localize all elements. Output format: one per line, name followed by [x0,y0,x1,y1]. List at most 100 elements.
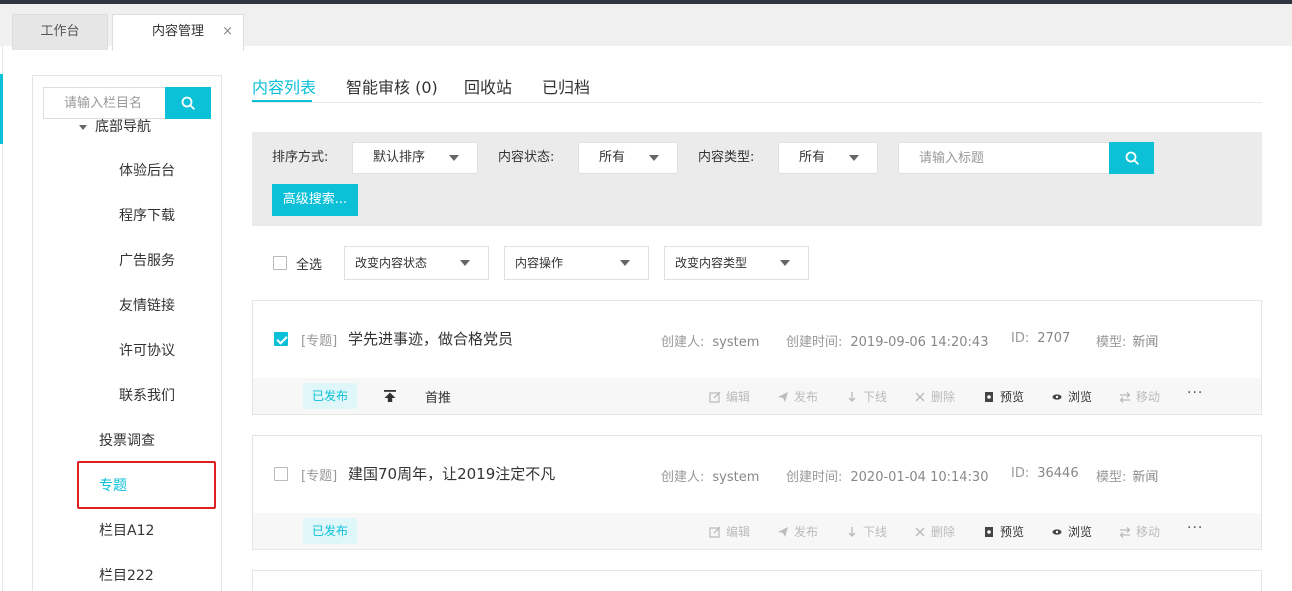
column-search-input[interactable] [43,87,167,119]
change-type-select[interactable]: 改变内容类型 [664,246,809,280]
tree-item-ad-service[interactable]: 广告服务 [119,250,175,270]
article-actions-row: 已发布 首推 编辑 发布 下线 删除 预览 浏览 移动 ··· [253,378,1261,414]
tab-content-management[interactable]: 内容管理 × [112,14,244,51]
action-label: 编辑 [726,390,751,404]
offline-action[interactable]: 下线 [846,388,887,405]
tab-label: 内容管理 [151,24,204,39]
more-icon[interactable]: ··· [1187,520,1203,536]
caret-down-icon[interactable] [79,124,87,130]
tree-item-column-222[interactable]: 栏目222 [99,565,154,585]
action-label: 浏览 [1068,390,1093,404]
creator-label: 创建人: [661,470,705,485]
content-subtabs: 内容列表 智能审核 (0) 回收站 已归档 [252,46,1262,103]
tree-item-column-a12[interactable]: 栏目A12 [99,520,154,540]
tab-recycle-bin[interactable]: 回收站 [464,74,512,98]
sort-value: 默认排序 [373,150,426,165]
article-actions-row: 已发布 编辑 发布 下线 删除 预览 浏览 移动 ··· [253,513,1261,549]
move-action[interactable]: 移动 [1119,523,1160,540]
article-creator: 创建人: system [661,466,759,485]
delete-action[interactable]: 删除 [914,388,955,405]
status-value: 所有 [599,150,626,165]
id-label: ID: [1011,331,1030,346]
status-select[interactable]: 所有 [578,142,678,174]
article-title[interactable]: 建国70周年，让2019注定不凡 [348,463,555,484]
more-icon[interactable]: ··· [1187,385,1203,401]
article-creator: 创建人: system [661,331,759,350]
chevron-down-icon [620,260,630,266]
title-search-input[interactable] [898,142,1110,174]
time-value: 2019-09-06 14:20:43 [850,335,989,350]
select-all-label: 全选 [296,258,323,273]
move-action[interactable]: 移动 [1119,388,1160,405]
title-search-button[interactable] [1109,142,1154,174]
browse-action[interactable]: 浏览 [1051,388,1092,405]
preview-action[interactable]: 预览 [983,523,1024,540]
tab-smart-review[interactable]: 智能审核 (0) [346,74,438,98]
publish-action[interactable]: 发布 [777,523,818,540]
publish-action[interactable]: 发布 [777,388,818,405]
tab-workbench[interactable]: 工作台 [12,14,108,50]
offline-action[interactable]: 下线 [846,523,887,540]
pin-top-icon[interactable] [383,388,397,407]
edit-icon [709,391,721,403]
article-id: ID: 2707 [1011,331,1070,346]
column-sidebar: 底部导航 体验后台 程序下载 广告服务 友情链接 许可协议 联系我们 投票调查 … [32,75,222,591]
tree-item-vote-survey[interactable]: 投票调查 [99,430,155,450]
left-accent-bar [0,74,3,144]
action-label: 编辑 [726,525,751,539]
content-ops-label: 内容操作 [515,256,564,270]
select-all-checkbox[interactable] [273,256,287,270]
close-icon [915,392,925,401]
type-select[interactable]: 所有 [778,142,878,174]
content-ops-select[interactable]: 内容操作 [504,246,649,280]
tree-node-bottom-nav[interactable]: 底部导航 [79,116,151,136]
article-id: ID: 36446 [1011,466,1079,481]
creator-value: system [712,470,760,485]
preview-action[interactable]: 预览 [983,388,1024,405]
chevron-down-icon [449,155,459,161]
send-icon [778,526,788,537]
article-header: [专题] 学先进事迹，做合格党员 创建人: system 创建时间: 2019-09… [253,301,1261,378]
close-icon[interactable]: × [222,15,233,49]
batch-toolbar: 全选 改变内容状态 内容操作 改变内容类型 [252,246,1262,280]
article-card: [专题] 学先进事迹，做合格党员 创建人: system 创建时间: 2019-09… [252,300,1262,415]
article-checkbox[interactable] [274,332,288,346]
action-label: 移动 [1136,525,1161,539]
filter-panel: 排序方式: 默认排序 内容状态: 所有 内容类型: 所有 高级搜索... [252,132,1262,226]
tree-item-contact-us[interactable]: 联系我们 [119,385,175,405]
edit-action[interactable]: 编辑 [709,388,750,405]
arrow-down-icon [848,526,856,537]
advanced-search-button[interactable]: 高级搜索... [272,184,358,216]
swap-icon [1119,391,1131,403]
change-type-label: 改变内容类型 [675,256,748,270]
tab-content-list[interactable]: 内容列表 [252,74,316,98]
action-label: 发布 [794,525,819,539]
tree-item-license[interactable]: 许可协议 [119,340,175,360]
type-label: 内容类型: [698,150,755,165]
tree-item-experience-admin[interactable]: 体验后台 [119,160,175,180]
action-label: 预览 [1000,525,1025,539]
id-value: 36446 [1037,466,1079,481]
article-tag: [专题] [301,469,338,484]
content-main: 内容列表 智能审核 (0) 回收站 已归档 排序方式: 默认排序 内容状态: 所… [252,46,1262,591]
article-model: 模型: 新闻 [1096,331,1158,350]
action-label: 下线 [863,390,888,404]
action-label: 发布 [794,390,819,404]
article-header: [专题] 建国70周年，让2019注定不凡 创建人: system 创建时间: 20… [253,436,1261,513]
type-value: 所有 [799,150,826,165]
tree-item-program-download[interactable]: 程序下载 [119,205,175,225]
action-label: 删除 [931,525,956,539]
article-checkbox[interactable] [274,467,288,481]
browse-action[interactable]: 浏览 [1051,523,1092,540]
article-model: 模型: 新闻 [1096,466,1158,485]
search-icon [1125,151,1139,165]
status-badge: 已发布 [303,383,358,409]
edit-action[interactable]: 编辑 [709,523,750,540]
article-title[interactable]: 学先进事迹，做合格党员 [348,328,513,349]
column-search-button[interactable] [165,87,211,119]
tab-archived[interactable]: 已归档 [542,74,590,98]
change-status-select[interactable]: 改变内容状态 [344,246,489,280]
sort-select[interactable]: 默认排序 [352,142,478,174]
tree-item-friend-links[interactable]: 友情链接 [119,295,175,315]
delete-action[interactable]: 删除 [914,523,955,540]
